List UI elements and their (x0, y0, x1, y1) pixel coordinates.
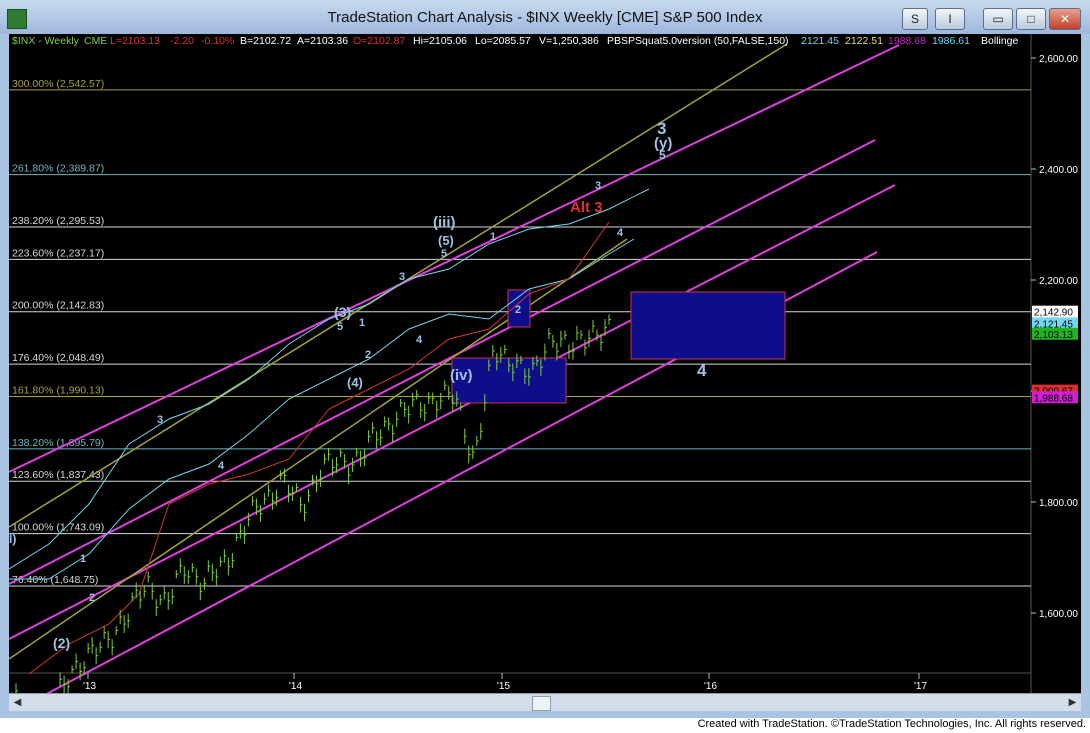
wave-label: 3 (157, 414, 163, 426)
y-tick-label: 2,200.00 (1039, 276, 1078, 287)
wave-label: 2 (89, 592, 95, 604)
fib-label: 300.00% (2,542.57) (12, 78, 104, 90)
fib-label: 176.40% (2,048.49) (12, 352, 104, 364)
horizontal-scrollbar[interactable]: ◀ ▶ (9, 693, 1081, 711)
info-v4: 1986.61 (932, 35, 970, 47)
target-box-4[interactable] (630, 291, 786, 360)
wave-label: (5) (438, 233, 454, 248)
info-bid: B=2102.72 (240, 35, 291, 47)
price-chart[interactable]: 300.00% (2,542.57) 261.80% (2,389.87) 238.… (8, 34, 1081, 733)
y-tick-label: 1,800.00 (1039, 498, 1078, 509)
scroll-right-icon[interactable]: ▶ (1064, 694, 1081, 711)
wave-label: (iv) (450, 367, 473, 384)
wave-label: 4 (697, 361, 707, 380)
wave-label: 1 (80, 553, 86, 565)
wave-label: 4 (218, 460, 225, 472)
wave-label: (2) (53, 635, 70, 651)
wave-label: 1 (359, 317, 365, 329)
info-v3: 1988.68 (888, 35, 926, 47)
wave-label: 2 (515, 304, 521, 316)
info-low: Lo=2085.57 (475, 35, 531, 47)
wave-label: 5 (337, 321, 343, 333)
wave-label: 5 (659, 148, 666, 162)
x-tick-label: '13 (83, 681, 96, 692)
fib-label: 223.60% (2,237.17) (12, 247, 104, 259)
price-label-text: 2,142.90 (1034, 308, 1073, 319)
x-tick-label: '15 (497, 681, 510, 692)
minimize-button[interactable]: ▭ (983, 8, 1013, 30)
footer-credit: Created with TradeStation. ©TradeStation… (697, 718, 1086, 730)
info-v1: 2121.45 (801, 35, 839, 47)
info-v2: 2122.51 (845, 35, 883, 47)
info-pct: -0.10% (201, 35, 234, 47)
price-label-text: 2,103.13 (1034, 330, 1073, 341)
wave-label: 3 (595, 180, 601, 192)
y-tick-label: 2,600.00 (1039, 54, 1078, 65)
info-open: O=2102.87 (353, 35, 405, 47)
wave-label: 5 (441, 248, 447, 260)
wave-label: 4 (416, 334, 423, 346)
wave-label: 2 (365, 349, 371, 361)
wave-label: 4 (617, 227, 624, 239)
info-symbol: $INX - Weekly (12, 35, 80, 47)
scroll-left-icon[interactable]: ◀ (9, 694, 26, 711)
fib-label: 200.00% (2,142.83) (12, 300, 104, 312)
x-tick-label: '16 (704, 681, 717, 692)
s-menu-button[interactable]: S (902, 8, 928, 30)
wave-label: 1 (490, 231, 496, 243)
price-label-text: 1,988.68 (1034, 393, 1073, 404)
info-ask: A=2103.36 (297, 35, 348, 47)
wave-label: (iii) (433, 214, 456, 231)
wave-label: (3) (334, 304, 351, 320)
chart-area[interactable]: 300.00% (2,542.57) 261.80% (2,389.87) 238.… (8, 34, 1081, 733)
title-bar[interactable]: TradeStation Chart Analysis - $INX Weekl… (0, 0, 1090, 34)
i-menu-button[interactable]: I (935, 8, 965, 30)
info-change: -2.20 (170, 35, 194, 47)
fib-label: 238.20% (2,295.53) (12, 215, 104, 227)
fib-label: 100.00% (1,743.09) (12, 522, 104, 534)
price-axis (1031, 34, 1081, 693)
scroll-thumb[interactable] (532, 696, 551, 711)
info-study: PBSPSquat5.0version (50,FALSE,150) (607, 35, 789, 47)
wave-label: I) (9, 532, 16, 546)
fib-label: 123.60% (1,837.43) (12, 469, 104, 481)
y-tick-label: 2,400.00 (1039, 165, 1078, 176)
info-study2: Bollinge (981, 35, 1019, 47)
close-button[interactable]: ✕ (1049, 8, 1081, 30)
info-last: L=2103.13 (110, 35, 160, 47)
info-exchange: CME (84, 35, 107, 47)
y-tick-label: 1,600.00 (1039, 609, 1078, 620)
fib-label: 138.20% (1,895.79) (12, 437, 104, 449)
wave-label: 3 (399, 271, 405, 283)
x-tick-label: '17 (914, 681, 927, 692)
wave-label: Alt 3 (570, 199, 603, 216)
maximize-button[interactable]: □ (1016, 8, 1046, 30)
fib-label: 161.80% (1,990.13) (12, 384, 104, 396)
info-high: Hi=2105.06 (413, 35, 467, 47)
fib-label: 261.80% (2,389.87) (12, 163, 104, 175)
wave-label: (4) (347, 375, 363, 390)
x-tick-label: '14 (289, 681, 302, 692)
app-window: TradeStation Chart Analysis - $INX Weekl… (0, 0, 1090, 733)
info-volume: V=1,250,386 (539, 35, 599, 47)
